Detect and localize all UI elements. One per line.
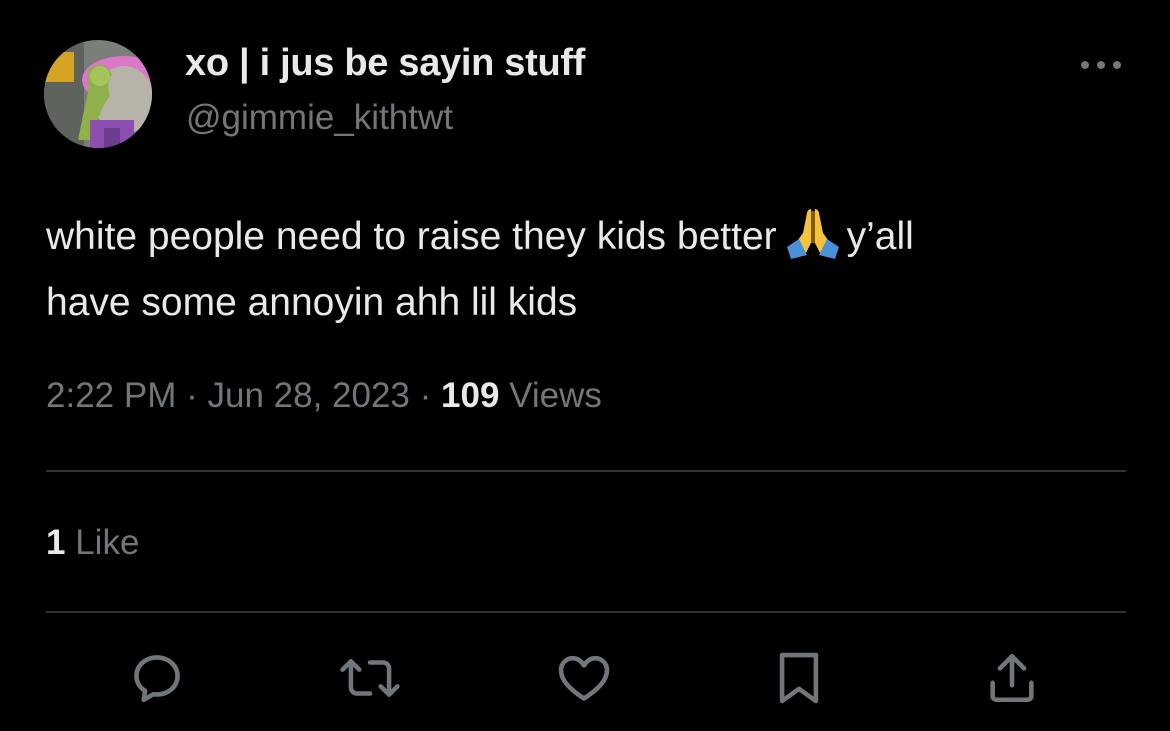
more-options-icon[interactable] bbox=[1078, 52, 1124, 78]
tweet-text-part: white people need to raise they kids bet… bbox=[46, 215, 777, 258]
like-icon bbox=[558, 655, 610, 701]
author-display-name[interactable]: xo | i jus be sayin stuff bbox=[185, 42, 585, 85]
avatar[interactable] bbox=[44, 40, 152, 148]
views-count: 109 bbox=[441, 376, 500, 415]
profile-avatar-image bbox=[44, 40, 152, 148]
tweet-text-line: have some annoyin ahh lil kids bbox=[46, 281, 578, 324]
folded-hands-emoji-icon bbox=[785, 203, 841, 259]
share-icon bbox=[990, 653, 1034, 703]
bookmark-button[interactable] bbox=[767, 646, 831, 710]
tweet-date[interactable]: Jun 28, 2023 bbox=[207, 376, 409, 415]
meta-separator: · bbox=[419, 376, 432, 415]
author-handle[interactable]: @gimmie_kithtwt bbox=[186, 98, 453, 138]
views-label: Views bbox=[509, 376, 602, 415]
tweet-text: white people need to raise they kids bet… bbox=[46, 203, 1126, 336]
likes-label: Like bbox=[75, 523, 140, 562]
likes-count: 1 bbox=[46, 523, 66, 562]
tweet-meta: 2:22 PM · Jun 28, 2023 · 109 Views bbox=[46, 376, 602, 416]
divider bbox=[46, 470, 1126, 472]
reply-button[interactable] bbox=[125, 646, 189, 710]
reply-icon bbox=[134, 655, 180, 703]
tweet-text-part: y’all bbox=[846, 215, 914, 258]
share-button[interactable] bbox=[980, 646, 1044, 710]
bookmark-icon bbox=[779, 652, 819, 704]
divider bbox=[46, 611, 1126, 613]
like-button[interactable] bbox=[552, 646, 616, 710]
meta-separator: · bbox=[186, 376, 198, 415]
retweet-button[interactable] bbox=[338, 646, 402, 710]
tweet-time[interactable]: 2:22 PM bbox=[46, 376, 176, 415]
likes-stat[interactable]: 1 Like bbox=[46, 523, 139, 563]
retweet-icon bbox=[340, 659, 400, 697]
